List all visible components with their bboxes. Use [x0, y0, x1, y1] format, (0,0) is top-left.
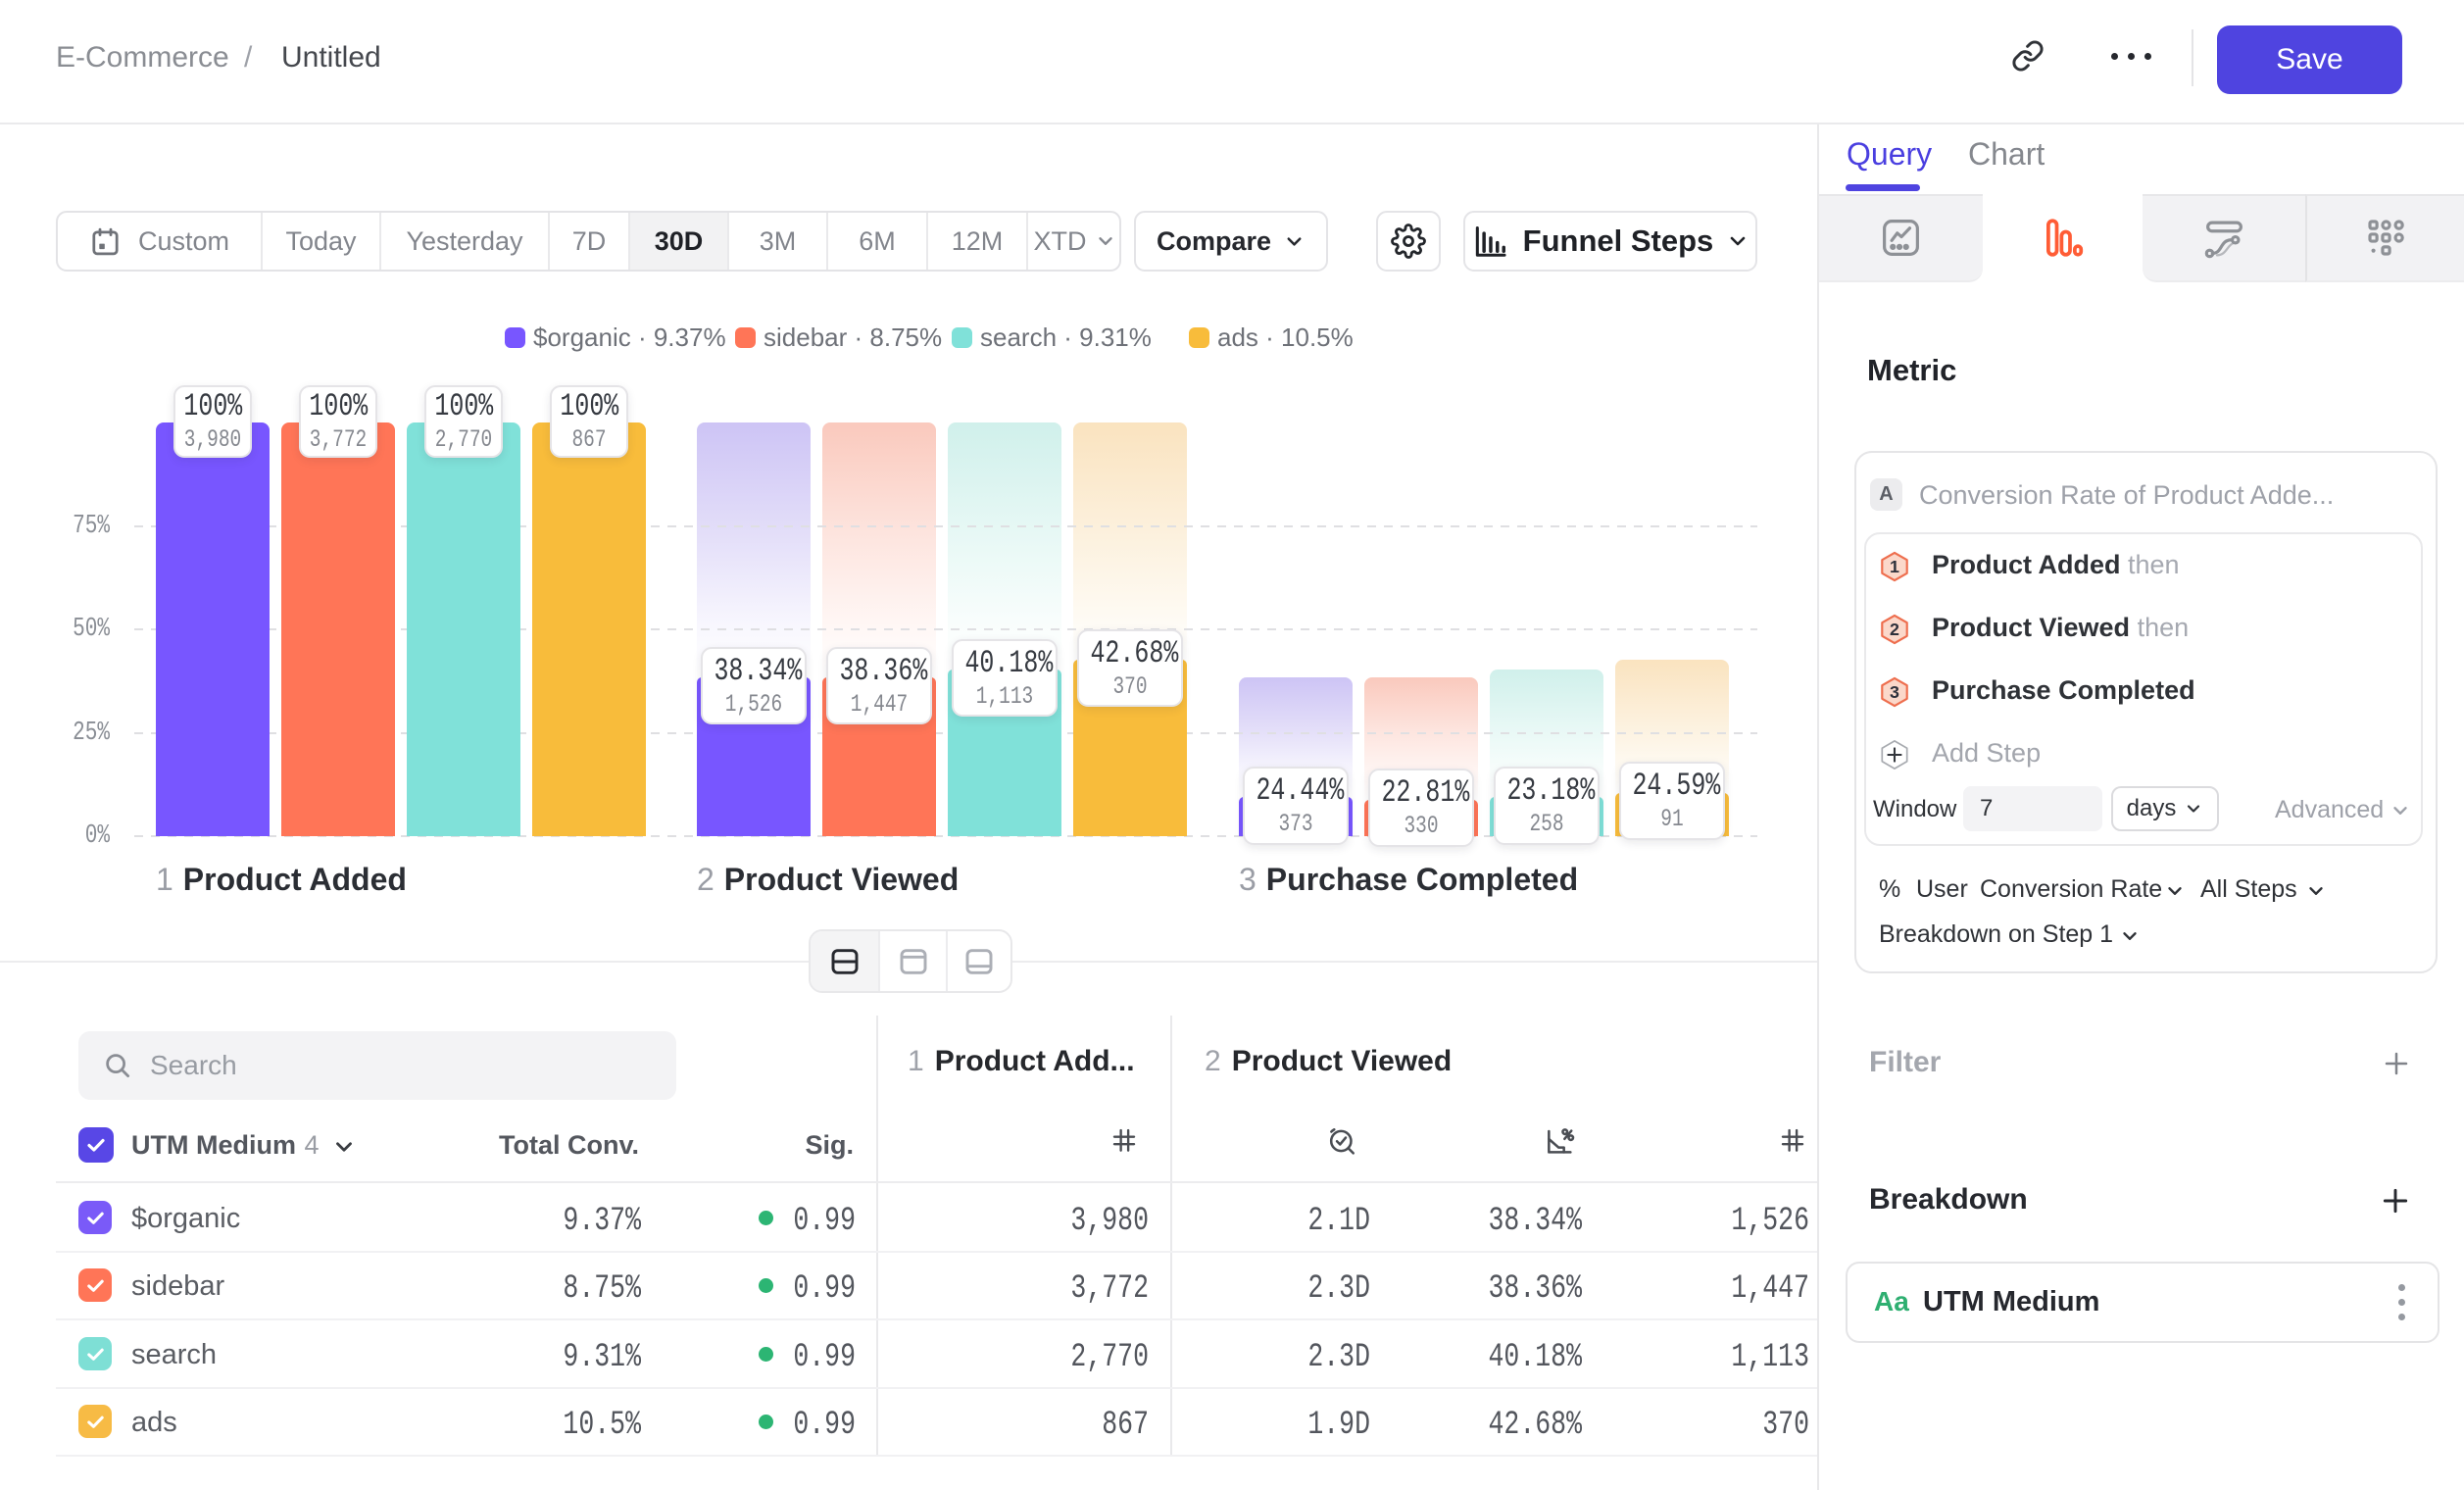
svg-text:1: 1 [1890, 557, 1899, 576]
svg-text:3: 3 [1890, 682, 1899, 702]
svg-text:2: 2 [1890, 620, 1899, 639]
